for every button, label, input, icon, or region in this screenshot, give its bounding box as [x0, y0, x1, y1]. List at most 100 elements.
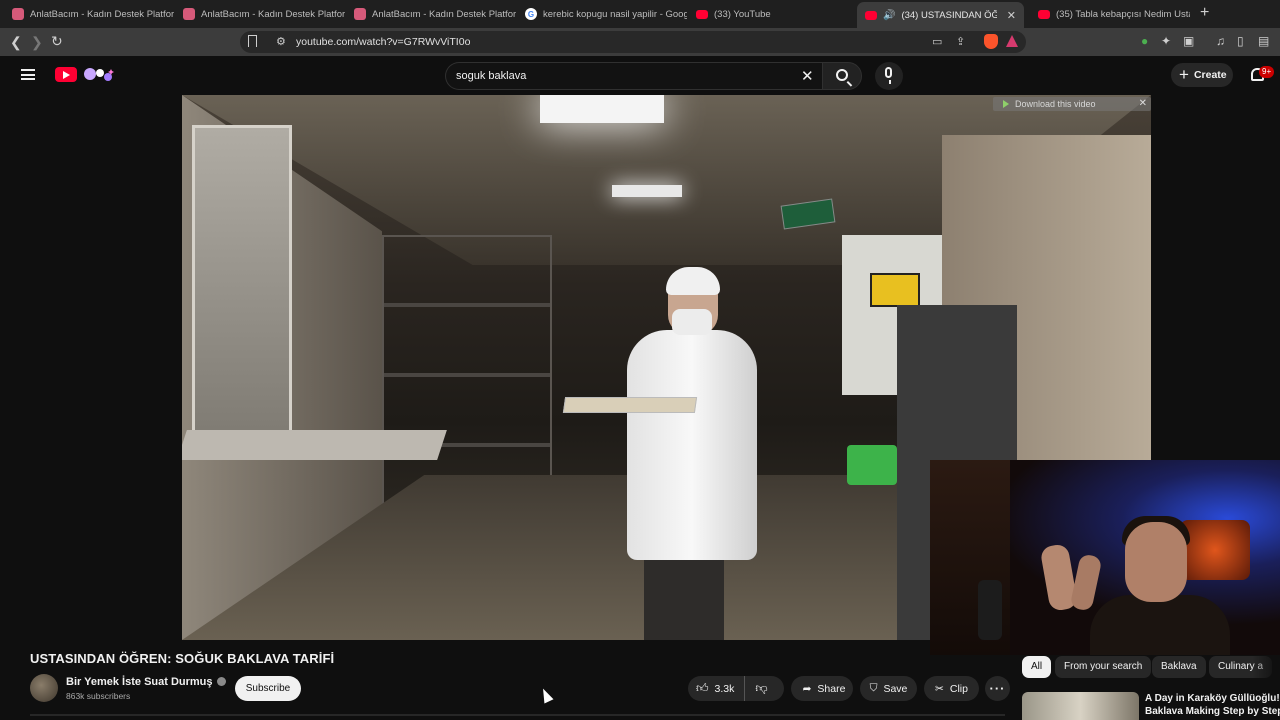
- browser-tab[interactable]: AnlatBacım - Kadın Destek Platformu: [346, 3, 516, 25]
- save-label: Save: [883, 682, 908, 695]
- clear-icon[interactable]: ✕: [801, 67, 814, 85]
- webcam-lamp: [1180, 520, 1250, 580]
- chips-fade: [1252, 656, 1280, 678]
- chip-from-your-search[interactable]: From your search: [1055, 656, 1152, 678]
- video-frame-cook-legs: [644, 550, 724, 640]
- address-bar[interactable]: ⚙ youtube.com/watch?v=G7RWvViTI0o ▭ ⇪: [240, 31, 1026, 53]
- like-count: 3.3k: [714, 682, 735, 695]
- search-query[interactable]: soguk baklava: [456, 70, 526, 82]
- video-frame-tray: [562, 397, 698, 413]
- chip-all[interactable]: All: [1022, 656, 1052, 678]
- brave-shield-icon[interactable]: [984, 34, 998, 49]
- doodle-logo-icon[interactable]: [80, 66, 116, 83]
- divider: [30, 714, 1005, 716]
- google-icon: G: [525, 8, 537, 20]
- reload-icon[interactable]: ↻: [51, 33, 63, 50]
- recommended-title-line[interactable]: A Day in Karaköy Güllüoğlu!: [1145, 692, 1280, 705]
- music-note-icon[interactable]: ♫: [1216, 34, 1225, 48]
- video-frame-cook: [627, 330, 757, 560]
- video-frame-window: [192, 125, 292, 445]
- subscriber-count: 863k subscribers: [66, 691, 131, 701]
- filter-chips: All From your search Baklava Culinary a: [1022, 656, 1280, 678]
- site-settings-icon[interactable]: ⚙: [276, 35, 286, 48]
- share-label: Share: [817, 682, 846, 695]
- bookmark-icon[interactable]: [248, 35, 257, 47]
- video-frame-cook-cap: [666, 267, 720, 295]
- browser-tab[interactable]: (35) Tabla kebapçısı Nedim Usta!!! Ta: [1030, 3, 1190, 25]
- brave-rewards-icon[interactable]: [1006, 35, 1018, 47]
- video-title: USTASINDAN ÖĞREN: SOĞUK BAKLAVA TARİFİ: [30, 651, 335, 666]
- recommended-title-line[interactable]: Baklava Making Step by Step!: [1145, 705, 1280, 718]
- share-page-icon[interactable]: ⇪: [956, 35, 965, 48]
- close-icon[interactable]: ✕: [1139, 97, 1147, 111]
- webcam-person-body: [1090, 595, 1230, 655]
- wallet-icon[interactable]: ▣: [1183, 34, 1194, 48]
- verified-icon: [216, 677, 226, 686]
- thumbs-up-icon: 👍︎: [696, 681, 709, 695]
- video-frame-cook-mask: [672, 309, 712, 335]
- thumbs-down-icon: 👎︎: [755, 681, 768, 695]
- forward-arrow-icon[interactable]: ❯: [31, 34, 43, 51]
- browser-tab[interactable]: AnlatBacım - Kadın Destek Platformu: [4, 3, 174, 25]
- tab-title: (35) Tabla kebapçısı Nedim Usta!!! Ta: [1056, 8, 1190, 20]
- like-button[interactable]: 👍︎ 3.3k: [688, 676, 746, 701]
- clip-button[interactable]: ✂ Clip: [924, 676, 979, 701]
- bookmark-icon: ⛉: [869, 682, 878, 694]
- tab-title: kerebic kopugu nasil yapilir - Google: [543, 8, 687, 20]
- search-input[interactable]: soguk baklava ✕: [445, 62, 823, 90]
- recommended-video-thumbnail[interactable]: [1022, 692, 1139, 720]
- youtube-header: soguk baklava ✕ + Create 9+: [0, 56, 1280, 95]
- notification-badge: 9+: [1259, 66, 1275, 78]
- browser-tab[interactable]: G kerebic kopugu nasil yapilir - Google: [517, 3, 687, 25]
- search-icon: [836, 69, 848, 81]
- more-horizontal-icon: ···: [989, 681, 1006, 696]
- tab-title: AnlatBacım - Kadın Destek Platformu: [30, 8, 174, 20]
- video-frame-warning-sign: [870, 273, 920, 307]
- chip-baklava[interactable]: Baklava: [1152, 656, 1206, 678]
- search-button[interactable]: [822, 62, 862, 90]
- download-label[interactable]: Download this video: [1015, 99, 1096, 109]
- browser-tab-bar: AnlatBacım - Kadın Destek Platformu Anla…: [0, 0, 1280, 28]
- sidebar-toggle-icon[interactable]: ▯: [1237, 34, 1244, 48]
- channel-name-text[interactable]: Bir Yemek İste Suat Durmuş: [66, 676, 213, 688]
- tab-title: AnlatBacım - Kadın Destek Platformu: [201, 8, 345, 20]
- subscribe-button[interactable]: Subscribe: [235, 676, 301, 701]
- browser-tab[interactable]: (33) YouTube: [688, 3, 853, 25]
- channel-avatar[interactable]: [30, 674, 58, 702]
- create-button[interactable]: + Create: [1171, 63, 1233, 87]
- speaker-icon[interactable]: 🔊: [883, 10, 895, 21]
- cast-icon[interactable]: ▭: [932, 35, 942, 48]
- webcam-microphone: [978, 580, 1002, 640]
- tab-title: AnlatBacım - Kadın Destek Platformu: [372, 8, 516, 20]
- download-video-bar[interactable]: Download this video ✕: [993, 97, 1151, 111]
- wallet-outline-icon[interactable]: ▤: [1258, 34, 1269, 48]
- browser-toolbar: ❮ ❯ ↻ ⚙ youtube.com/watch?v=G7RWvViTI0o …: [0, 28, 1280, 56]
- channel-name[interactable]: Bir Yemek İste Suat Durmuş: [66, 676, 226, 688]
- extensions-puzzle-icon[interactable]: ✦: [1161, 34, 1171, 48]
- pink-square-icon: [354, 8, 366, 20]
- create-label: Create: [1193, 69, 1227, 81]
- browser-tab[interactable]: AnlatBacım - Kadın Destek Platformu: [175, 3, 345, 25]
- youtube-icon: [1038, 9, 1050, 19]
- tab-title: (34) USTASINDAN ÖĞREN: S(: [901, 9, 997, 21]
- pink-square-icon: [183, 8, 195, 20]
- save-button[interactable]: ⛉ Save: [860, 676, 917, 701]
- voice-search-button[interactable]: [875, 62, 903, 90]
- new-tab-button[interactable]: +: [1200, 4, 1209, 22]
- share-arrow-icon: ➦: [802, 682, 812, 695]
- like-dislike-group: 👍︎ 3.3k 👎︎: [688, 676, 784, 701]
- youtube-logo-icon[interactable]: [55, 67, 77, 82]
- browser-tab-active[interactable]: 🔊 (34) USTASINDAN ÖĞREN: S( ✕: [857, 2, 1024, 28]
- clip-label: Clip: [949, 682, 968, 695]
- close-icon[interactable]: ✕: [1007, 9, 1016, 22]
- share-button[interactable]: ➦ Share: [791, 676, 853, 701]
- extension-icon[interactable]: ●: [1141, 34, 1148, 48]
- webcam-person-head: [1125, 522, 1187, 602]
- dislike-button[interactable]: 👎︎: [745, 681, 767, 696]
- url-text[interactable]: youtube.com/watch?v=G7RWvViTI0o: [296, 36, 470, 48]
- recommended-video-title[interactable]: A Day in Karaköy Güllüoğlu! Baklava Maki…: [1145, 692, 1280, 718]
- more-actions-button[interactable]: ···: [985, 676, 1010, 701]
- back-arrow-icon[interactable]: ❮: [10, 34, 22, 51]
- menu-icon[interactable]: [21, 69, 35, 80]
- pink-square-icon: [12, 8, 24, 20]
